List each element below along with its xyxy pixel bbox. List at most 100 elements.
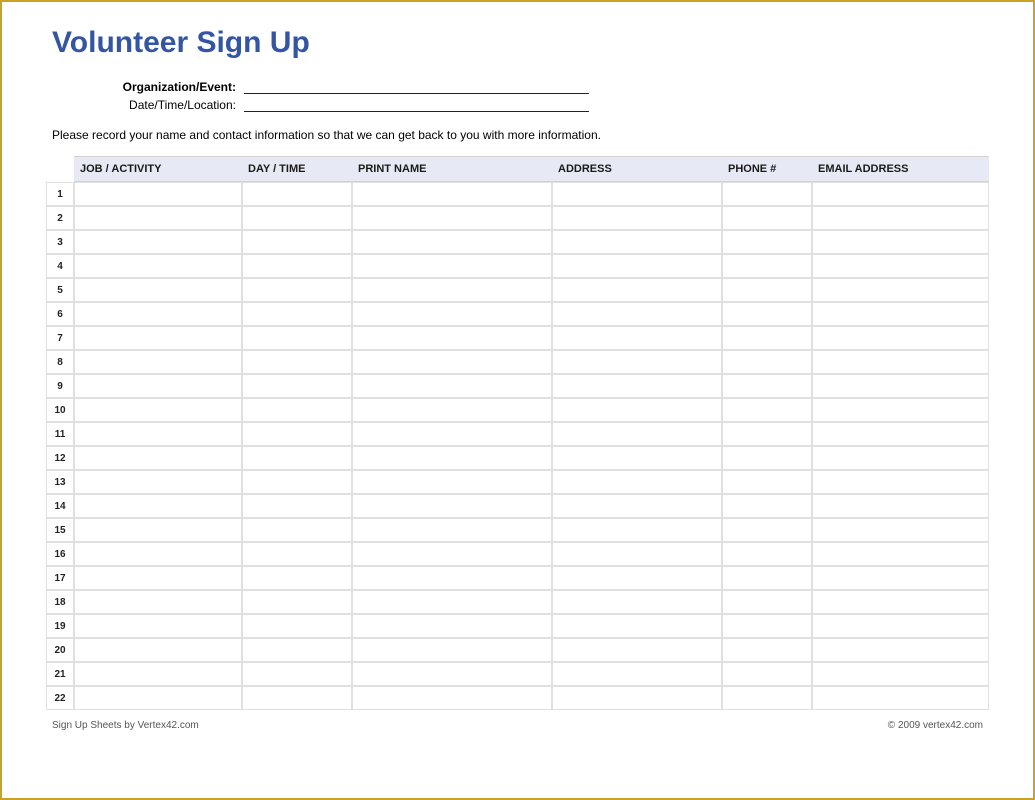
cell-name[interactable] [352, 230, 552, 254]
cell-day[interactable] [242, 206, 352, 230]
cell-phone[interactable] [722, 542, 812, 566]
cell-phone[interactable] [722, 398, 812, 422]
cell-address[interactable] [552, 494, 722, 518]
cell-phone[interactable] [722, 182, 812, 206]
cell-phone[interactable] [722, 662, 812, 686]
cell-email[interactable] [812, 350, 989, 374]
cell-day[interactable] [242, 278, 352, 302]
cell-job[interactable] [74, 662, 242, 686]
cell-job[interactable] [74, 614, 242, 638]
cell-phone[interactable] [722, 422, 812, 446]
cell-address[interactable] [552, 614, 722, 638]
cell-email[interactable] [812, 686, 989, 710]
cell-job[interactable] [74, 422, 242, 446]
cell-day[interactable] [242, 422, 352, 446]
cell-name[interactable] [352, 398, 552, 422]
cell-name[interactable] [352, 590, 552, 614]
cell-address[interactable] [552, 326, 722, 350]
cell-day[interactable] [242, 494, 352, 518]
cell-name[interactable] [352, 470, 552, 494]
cell-job[interactable] [74, 590, 242, 614]
cell-name[interactable] [352, 566, 552, 590]
cell-name[interactable] [352, 206, 552, 230]
cell-phone[interactable] [722, 278, 812, 302]
cell-phone[interactable] [722, 638, 812, 662]
cell-job[interactable] [74, 254, 242, 278]
cell-day[interactable] [242, 614, 352, 638]
cell-phone[interactable] [722, 686, 812, 710]
cell-phone[interactable] [722, 614, 812, 638]
cell-job[interactable] [74, 206, 242, 230]
cell-day[interactable] [242, 398, 352, 422]
cell-day[interactable] [242, 590, 352, 614]
cell-email[interactable] [812, 470, 989, 494]
cell-job[interactable] [74, 374, 242, 398]
cell-address[interactable] [552, 422, 722, 446]
cell-address[interactable] [552, 398, 722, 422]
cell-address[interactable] [552, 254, 722, 278]
cell-email[interactable] [812, 494, 989, 518]
cell-day[interactable] [242, 374, 352, 398]
cell-job[interactable] [74, 686, 242, 710]
cell-name[interactable] [352, 446, 552, 470]
cell-phone[interactable] [722, 566, 812, 590]
cell-address[interactable] [552, 206, 722, 230]
cell-email[interactable] [812, 374, 989, 398]
cell-name[interactable] [352, 518, 552, 542]
date-time-location-field[interactable] [244, 98, 589, 112]
cell-phone[interactable] [722, 302, 812, 326]
cell-email[interactable] [812, 302, 989, 326]
cell-address[interactable] [552, 446, 722, 470]
cell-job[interactable] [74, 350, 242, 374]
cell-email[interactable] [812, 278, 989, 302]
cell-name[interactable] [352, 350, 552, 374]
cell-name[interactable] [352, 326, 552, 350]
cell-email[interactable] [812, 422, 989, 446]
cell-day[interactable] [242, 566, 352, 590]
cell-address[interactable] [552, 182, 722, 206]
cell-email[interactable] [812, 614, 989, 638]
cell-day[interactable] [242, 446, 352, 470]
cell-address[interactable] [552, 566, 722, 590]
cell-phone[interactable] [722, 326, 812, 350]
cell-job[interactable] [74, 446, 242, 470]
cell-address[interactable] [552, 638, 722, 662]
cell-job[interactable] [74, 518, 242, 542]
cell-email[interactable] [812, 566, 989, 590]
cell-email[interactable] [812, 590, 989, 614]
cell-job[interactable] [74, 638, 242, 662]
cell-email[interactable] [812, 254, 989, 278]
cell-day[interactable] [242, 470, 352, 494]
cell-email[interactable] [812, 230, 989, 254]
cell-phone[interactable] [722, 470, 812, 494]
cell-job[interactable] [74, 182, 242, 206]
cell-day[interactable] [242, 542, 352, 566]
cell-day[interactable] [242, 230, 352, 254]
cell-address[interactable] [552, 230, 722, 254]
cell-email[interactable] [812, 542, 989, 566]
cell-email[interactable] [812, 326, 989, 350]
cell-day[interactable] [242, 302, 352, 326]
cell-address[interactable] [552, 590, 722, 614]
cell-address[interactable] [552, 518, 722, 542]
cell-job[interactable] [74, 542, 242, 566]
cell-day[interactable] [242, 518, 352, 542]
cell-phone[interactable] [722, 494, 812, 518]
cell-address[interactable] [552, 374, 722, 398]
cell-job[interactable] [74, 566, 242, 590]
cell-day[interactable] [242, 662, 352, 686]
cell-day[interactable] [242, 638, 352, 662]
cell-job[interactable] [74, 302, 242, 326]
cell-name[interactable] [352, 686, 552, 710]
cell-name[interactable] [352, 542, 552, 566]
cell-job[interactable] [74, 398, 242, 422]
cell-day[interactable] [242, 686, 352, 710]
cell-day[interactable] [242, 326, 352, 350]
cell-email[interactable] [812, 206, 989, 230]
cell-phone[interactable] [722, 230, 812, 254]
cell-address[interactable] [552, 350, 722, 374]
cell-email[interactable] [812, 182, 989, 206]
cell-name[interactable] [352, 638, 552, 662]
cell-day[interactable] [242, 254, 352, 278]
cell-email[interactable] [812, 518, 989, 542]
